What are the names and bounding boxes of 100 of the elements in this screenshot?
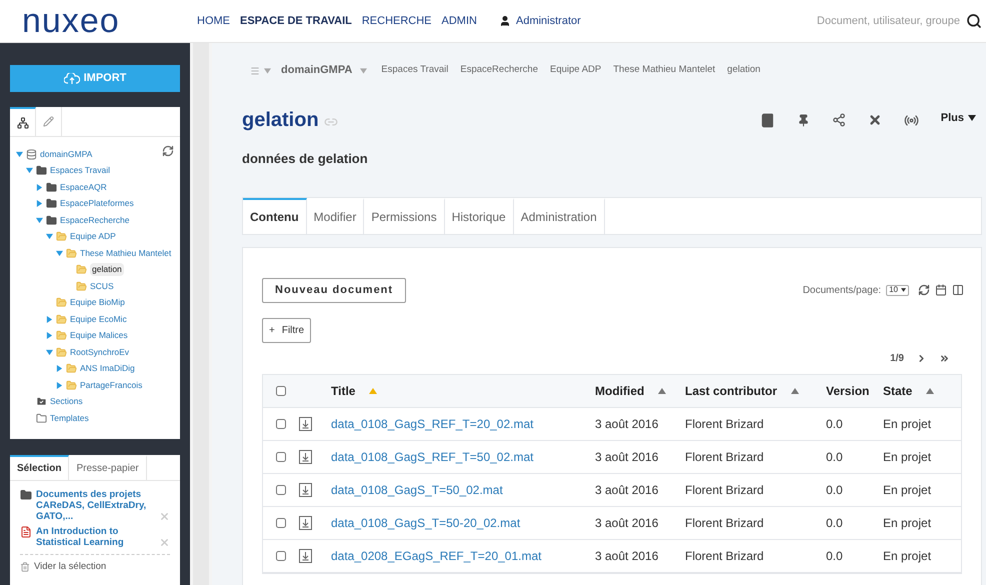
caret-icon[interactable]	[36, 184, 43, 191]
nav-link[interactable]: RECHERCHE	[362, 12, 432, 30]
caret-icon[interactable]	[16, 150, 23, 158]
tree-item[interactable]: EspaceAQR	[60, 180, 107, 194]
menu-icon[interactable]	[250, 66, 260, 76]
tree-item[interactable]: EspacePlateformes	[60, 197, 134, 210]
tree-item[interactable]: Espaces Travail	[50, 164, 110, 178]
pin-icon[interactable]	[796, 114, 810, 126]
breadcrumb-link[interactable]: Equipe ADP	[550, 63, 602, 78]
breadcrumb-link[interactable]: gelation	[727, 63, 760, 78]
document-link[interactable]: data_0108_GagS_T=50_02.mat	[327, 480, 595, 498]
caret-icon[interactable]	[46, 233, 53, 240]
new-document-button[interactable]: Nouveau document	[262, 278, 406, 302]
column-header[interactable]: Modified	[595, 382, 644, 400]
caret-icon[interactable]	[36, 216, 43, 224]
caret-icon[interactable]	[264, 68, 271, 74]
document-link[interactable]: data_0108_GagS_REF_T=50_02.mat	[327, 448, 595, 466]
search-field[interactable]: Document, utilisateur, groupe	[810, 12, 960, 30]
book-icon[interactable]	[760, 112, 775, 128]
tree-item[interactable]: domainGMPA	[40, 148, 92, 161]
tree-item[interactable]: These Mathieu Mantelet	[80, 246, 172, 260]
caret-icon[interactable]	[46, 316, 53, 323]
tree-item[interactable]: ANS ImaDiDig	[80, 362, 135, 376]
page-size-label: Documents/page:	[802, 284, 882, 298]
caret-icon[interactable]	[46, 348, 53, 356]
broadcast-icon[interactable]	[904, 112, 919, 128]
caret-icon[interactable]	[56, 250, 63, 257]
document-tab[interactable]: Contenu	[243, 198, 307, 234]
table-cell-text: En projet	[883, 448, 932, 466]
breadcrumb-link[interactable]: Espaces Travail	[381, 63, 448, 78]
caret-icon[interactable]	[36, 200, 43, 208]
column-header[interactable]: Last contributor	[685, 382, 777, 400]
document-link[interactable]: data_0208_EGagS_REF_T=20_01.mat	[327, 546, 595, 564]
caret-icon[interactable]	[56, 382, 63, 389]
tree-item[interactable]: PartageFrancois	[80, 378, 142, 392]
more-menu-button[interactable]: Plus	[940, 110, 976, 126]
last-page-icon[interactable]	[939, 353, 950, 364]
sort-icon[interactable]	[791, 388, 799, 394]
tree-item[interactable]: Templates	[50, 412, 89, 425]
selection-item-link[interactable]: Documents des projets CAReDAS, CellExtraDry, GATO,...	[36, 489, 155, 522]
nav-link[interactable]: ESPACE DE TRAVAIL	[240, 12, 352, 30]
document-tab[interactable]: Permissions	[364, 198, 445, 234]
tree-item[interactable]: Sections	[50, 395, 83, 408]
sort-icon[interactable]	[658, 388, 666, 394]
tree-item[interactable]: Equipe ADP	[70, 230, 116, 244]
search-icon[interactable]	[966, 13, 982, 29]
tree-item[interactable]: SCUS	[90, 280, 114, 293]
import-button[interactable]: IMPORT	[10, 65, 180, 92]
folder-icon	[66, 363, 77, 374]
refresh-icon[interactable]	[918, 284, 930, 296]
pdf-file-icon	[20, 526, 32, 538]
column-header[interactable]: Title	[331, 382, 356, 400]
share-icon[interactable]	[832, 113, 846, 127]
caret-icon[interactable]	[360, 68, 368, 74]
select-all-checkbox[interactable]	[276, 386, 286, 396]
row-checkbox[interactable]	[276, 550, 286, 560]
breadcrumb-root[interactable]: domainGMPA	[281, 62, 352, 79]
folder-icon	[66, 380, 77, 391]
tree-item[interactable]: gelation	[90, 263, 124, 276]
clear-selection-link[interactable]: Vider la sélection	[34, 560, 106, 574]
tree-item[interactable]: Equipe BioMip	[70, 296, 125, 310]
folder-icon	[20, 489, 32, 501]
sort-icon[interactable]	[926, 388, 934, 394]
document-tab[interactable]: Modifier	[306, 198, 364, 234]
selection-tab[interactable]: Presse-papier	[69, 455, 147, 480]
refresh-icon[interactable]	[162, 145, 174, 157]
document-link[interactable]: data_0108_GagS_REF_T=20_02.mat	[327, 414, 595, 432]
document-tab[interactable]: Administration	[514, 198, 605, 234]
folder-icon	[36, 165, 47, 176]
tree-item[interactable]: Equipe Malices	[70, 329, 128, 342]
user-icon	[498, 15, 511, 27]
row-checkbox[interactable]	[276, 418, 286, 428]
selection-tab[interactable]: Sélection	[10, 455, 70, 480]
selection-item-link[interactable]: An Introduction to Statistical Learning	[36, 526, 155, 548]
tree-item[interactable]: EspaceRecherche	[60, 214, 130, 227]
trash-icon	[20, 562, 30, 572]
table-cell-text: 0.0	[826, 548, 844, 564]
filter-button[interactable]: + Filtre	[262, 318, 312, 342]
column-header[interactable]: Version	[826, 382, 870, 400]
row-checkbox[interactable]	[276, 484, 286, 494]
user-name[interactable]: Administrator	[516, 12, 581, 30]
document-link[interactable]: data_0108_GagS_T=50-20_02.mat	[327, 514, 595, 532]
tree-tab[interactable]	[10, 107, 36, 136]
tree-item[interactable]: RootSynchroEv	[70, 346, 130, 359]
tree-item[interactable]: Equipe EcoMic	[70, 312, 127, 326]
caret-icon[interactable]	[26, 167, 33, 174]
table-cell-text: 0.0	[826, 416, 844, 432]
breadcrumb-link[interactable]: EspaceRecherche	[460, 63, 538, 78]
table-cell-text: 3 août 2016	[595, 448, 660, 466]
row-checkbox[interactable]	[276, 452, 286, 462]
folder-icon	[46, 214, 57, 226]
caret-icon[interactable]	[56, 365, 63, 372]
caret-icon[interactable]	[46, 332, 53, 340]
nav-link[interactable]: HOME	[197, 12, 230, 30]
page-size-select[interactable]: 10	[886, 284, 909, 296]
row-checkbox[interactable]	[276, 518, 286, 528]
document-tab[interactable]: Historique	[444, 198, 514, 234]
nav-link[interactable]: ADMIN	[442, 12, 477, 30]
breadcrumb-link[interactable]: These Mathieu Mantelet	[613, 63, 716, 78]
column-header[interactable]: State	[883, 382, 912, 400]
